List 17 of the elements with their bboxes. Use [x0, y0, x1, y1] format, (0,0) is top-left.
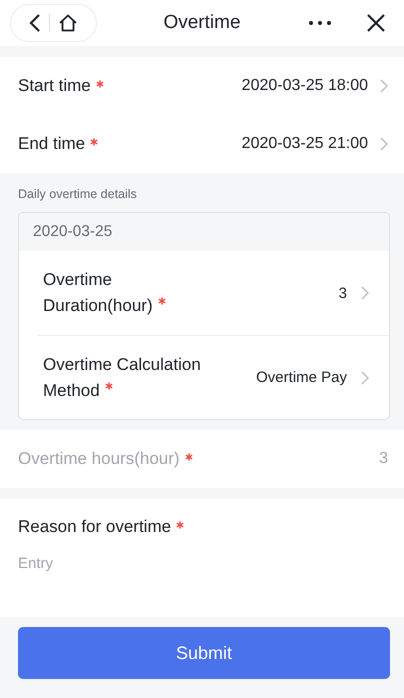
field-value: 3	[379, 450, 388, 468]
field-value: 2020-03-25 18:00	[242, 77, 368, 95]
field-label: Overtime Calculation Method	[43, 354, 201, 400]
field-label: Reason for overtime	[18, 517, 172, 536]
field-label: Start time	[18, 76, 91, 95]
field-value: Overtime Pay	[256, 369, 347, 386]
detail-row[interactable]: Overtime Duration(hour) 3	[37, 251, 389, 335]
submit-button[interactable]: Submit	[18, 627, 390, 679]
field-value: 3	[338, 284, 347, 302]
date-header: 2020-03-25	[19, 213, 389, 251]
field-value: 2020-03-25 21:00	[242, 135, 368, 153]
field-label: End time	[18, 134, 86, 153]
detail-row[interactable]: Overtime Calculation Method Overtime Pay	[37, 335, 389, 419]
section-heading: Daily overtime details	[18, 187, 138, 201]
page-title: Overtime	[163, 12, 241, 33]
field-label: Overtime Duration(hour)	[43, 270, 153, 315]
field-label: Overtime hours(hour)	[18, 449, 180, 468]
